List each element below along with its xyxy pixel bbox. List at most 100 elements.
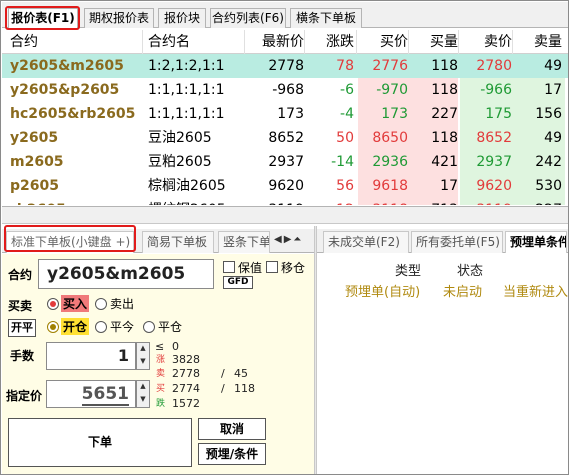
col-header-bid-qty[interactable]: 买量 [410,30,458,54]
tab-contract-list[interactable]: 合约列表(F6) [210,8,286,28]
bid-qty: 713 [410,198,458,205]
col-header-ask-qty[interactable]: 卖量 [514,30,562,54]
highlight-box [5,6,80,30]
preset-note[interactable]: 当重新进入 [503,281,568,300]
table-row[interactable]: y2605&p2605 1:1,1:1,1:1 -968 -6 -970 118 -966 1… [2,78,568,102]
table-row[interactable]: y2605 豆油2605 8652 50 8650 118 8652 49 [2,126,568,150]
last-price: 8652 [268,130,304,146]
col-header-change[interactable]: 涨跌 [306,30,354,54]
move-label: 移仓 [281,261,306,275]
qty-label: 手数 [10,349,35,363]
limit-up-icon: 涨 [156,355,166,365]
right-panel-tabs: 未成交单(F2) 所有委托单(F5) 预埋单条件 [317,229,568,253]
app-window: 报价表(F1) 期权报价表 报价块 合约列表(F6) 横条下单板 合约 合约名 … [0,0,569,475]
ask-price: 3119 [460,198,512,205]
open-label[interactable]: 开仓 [61,318,90,335]
ask-qty: 49 [544,130,562,146]
contract-code: m2605 [10,154,64,170]
close-radio[interactable] [143,321,155,333]
slash-2: / [221,382,225,395]
bid-price: -970 [376,82,408,98]
ask-qty: 17 [544,82,562,98]
preset-condition-button[interactable]: 预埋/条件 [198,443,266,465]
quote-table: 合约 合约名 最新价 涨跌 买价 买量 卖价 卖量 y2605&m2605 1:2… [2,30,568,205]
ask-qty: 49 [544,58,562,74]
col-header-status[interactable]: 状态 [457,260,483,279]
ask-price: 2780 [476,58,512,74]
table-row[interactable]: y2605&m2605 1:2,1:2,1:1 2778 78 2776 118 2780 4… [2,54,568,78]
price-stepper[interactable]: ▲ ▼ [136,380,150,408]
sell-radio[interactable] [95,298,107,310]
last-price: 3119 [246,198,304,205]
col-header-type[interactable]: 类型 [395,260,421,279]
ask-price: 8652 [476,130,512,146]
ask-qty: 45 [234,367,248,380]
col-header-ask[interactable]: 卖价 [460,30,512,54]
bid-qty: 118 [431,82,458,98]
preset-status[interactable]: 未启动 [443,281,482,300]
preset-type[interactable]: 预埋单(自动) [345,281,420,300]
price-change: -4 [340,106,354,122]
contract-input[interactable]: y2605&m2605 [38,259,214,289]
price-input[interactable]: 5651 [46,380,136,408]
tab-unfilled[interactable]: 未成交单(F2) [323,231,409,253]
last-price: -968 [272,82,304,98]
tab-quote-block[interactable]: 报价块 [158,8,206,28]
side-label: 买卖 [8,299,33,313]
price-change: 50 [336,130,354,146]
table-row[interactable]: rb2605螺纹钢260531191231187133119227 [2,198,568,205]
last-price: 2778 [268,58,304,74]
tab-options-quote[interactable]: 期权报价表 [84,8,154,28]
bid-price: 8650 [372,130,408,146]
move-checkbox[interactable] [266,261,278,273]
hedge-label: 保值 [238,261,263,275]
col-header-bid[interactable]: 买价 [356,30,408,54]
openclose-button[interactable]: 开平 [8,319,36,337]
col-header-last[interactable]: 最新价 [246,30,304,54]
price-change: 12 [306,198,354,205]
last-price: 173 [277,106,304,122]
qty-input[interactable]: 1 [46,342,136,370]
bid-price[interactable]: 2774 [172,382,200,395]
contract-name: 1:1,1:1,1:1 [148,82,225,98]
bid-price: 9618 [372,178,408,194]
hedge-checkbox[interactable] [223,261,235,273]
last-price: 9620 [268,178,304,194]
table-row[interactable]: m2605 豆粕2605 2937 -14 2936 421 2937 242 [2,150,568,174]
ask-price: -966 [480,82,512,98]
buy-tag: 买 [156,384,166,394]
contract-code: rb2605 [10,198,138,205]
ask-price[interactable]: 2778 [172,367,200,380]
table-row[interactable]: hc2605&rb2605 1:1,1:1,1:1 173 -4 173 227 175 15… [2,102,568,126]
tab-preset-orders[interactable]: 预埋单条件 [505,231,567,253]
tab-all-orders[interactable]: 所有委托单(F5) [411,231,503,253]
cancel-button[interactable]: 取消 [198,418,266,440]
tab-vertical-order[interactable]: 竖条下单 [218,231,270,253]
close-today-radio[interactable] [95,321,107,333]
ask-price: 2937 [476,154,512,170]
col-header-name[interactable]: 合约名 [148,30,244,54]
gfd-badge[interactable]: GFD [223,276,253,289]
contract-code: y2605&p2605 [10,82,120,98]
qty-stepper[interactable]: ▲ ▼ [136,342,150,370]
buy-radio[interactable] [47,298,59,310]
price-value: 5651 [81,384,129,406]
tab-scroll-arrows-icon[interactable]: ◀▶⏶ [274,234,303,245]
ask-price: 9620 [476,178,512,194]
close-today-label[interactable]: 平今 [110,318,134,335]
horizontal-scrollbar[interactable] [2,207,568,224]
tab-simple-order[interactable]: 简易下单板 [142,231,214,253]
contract-name: 棕榈油2605 [148,178,226,194]
close-label[interactable]: 平仓 [158,318,182,335]
sell-tag: 卖 [156,369,166,379]
bid-qty: 118 [431,130,458,146]
ask-qty: 242 [535,154,562,170]
sell-label[interactable]: 卖出 [110,295,134,312]
table-row[interactable]: p2605 棕榈油2605 9620 56 9618 17 9620 530 [2,174,568,198]
submit-order-button[interactable]: 下单 [8,418,192,467]
preset-orders-panel: 类型 状态 预埋单(自动) 未启动 当重新进入 [317,254,568,474]
last-price: 2937 [268,154,304,170]
col-header-code[interactable]: 合约 [10,30,138,54]
tab-bar-order[interactable]: 横条下单板 [290,8,362,28]
buy-label[interactable]: 买入 [61,295,90,312]
